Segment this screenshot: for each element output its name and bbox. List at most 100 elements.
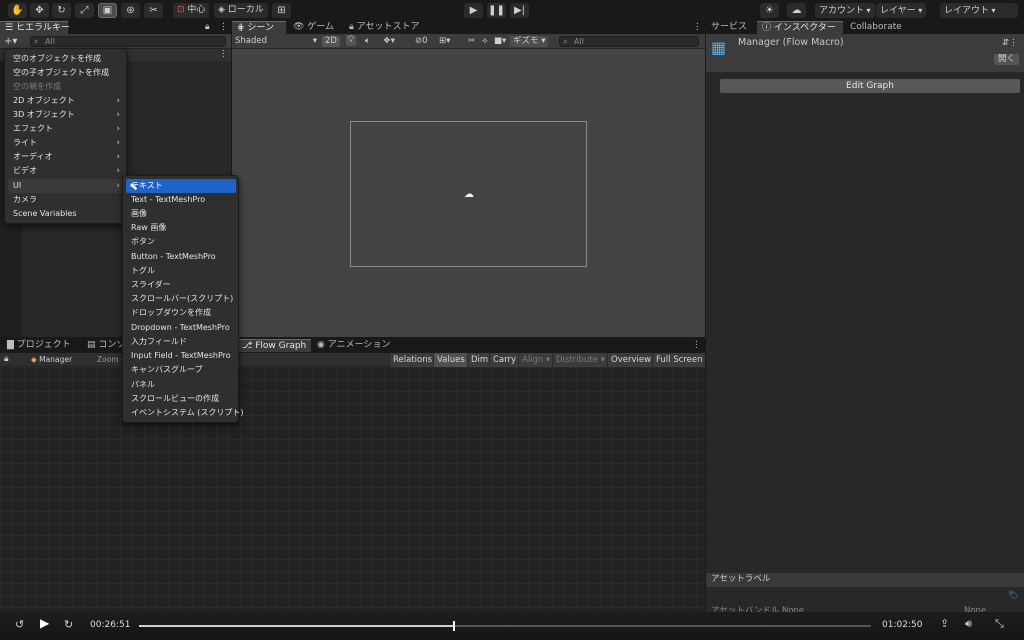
effects-icon[interactable]: ❖▾	[383, 36, 395, 47]
transform-tool-icon[interactable]: ⊛	[121, 3, 140, 18]
menu-item-camera[interactable]: カメラ	[8, 193, 125, 207]
tab-animation[interactable]: ◉ アニメーション	[312, 339, 395, 352]
hidden-objects-toggle[interactable]: ⊘0	[415, 36, 428, 47]
space-toggle[interactable]: ◈ ローカル	[214, 3, 268, 18]
distribute-dropdown[interactable]: Distribute ▾	[552, 353, 608, 367]
submenu-item-raw-image[interactable]: Raw 画像	[126, 221, 236, 235]
rewind-15-icon[interactable]: ↺	[15, 619, 24, 630]
pivot-toggle[interactable]: ⊡ 中心	[173, 3, 210, 18]
collab-icon[interactable]: ☀	[760, 3, 779, 18]
play-button[interactable]: ▶	[464, 3, 483, 18]
menu-item-video[interactable]: ビデオ ›	[8, 164, 125, 178]
align-dropdown[interactable]: Align ▾	[518, 353, 554, 367]
rect-tool-icon[interactable]: ▣	[98, 3, 117, 18]
tab-inspector[interactable]: ⓘ インスペクター	[757, 21, 843, 34]
layout-dropdown[interactable]: レイアウト	[940, 3, 1018, 18]
open-button[interactable]: 開く	[994, 54, 1020, 65]
lighting-icon[interactable]: 💡︎	[346, 35, 356, 46]
menu-item-create-empty[interactable]: 空のオブジェクトを作成	[8, 52, 125, 66]
inspector-settings-icon[interactable]: ⇵⋮	[1002, 38, 1018, 49]
share-icon[interactable]: ⇪	[940, 618, 949, 629]
menu-item-create-empty-child[interactable]: 空の子オブジェクトを作成	[8, 66, 125, 80]
submenu-item-scroll-view[interactable]: スクロールビューの作成	[126, 392, 236, 406]
tools-icon[interactable]: ✂	[468, 36, 475, 47]
submenu-item-scrollbar[interactable]: スクロールバー(スクリプト)	[126, 292, 236, 306]
submenu-item-canvas-group[interactable]: キャンバスグループ	[126, 363, 236, 377]
submenu-item-text-tmp[interactable]: Text - TextMeshPro	[126, 193, 236, 207]
submenu-item-event-system[interactable]: イベントシステム (スクリプト)	[126, 406, 244, 420]
scale-tool-icon[interactable]: ⤢	[75, 3, 94, 18]
exit-fullscreen-icon[interactable]: ⤡	[995, 618, 1004, 629]
custom-tool-icon[interactable]: ✂	[144, 3, 163, 18]
scene-row-menu-icon[interactable]: ⋮	[219, 49, 228, 60]
tab-scene[interactable]: ⋕ シーン	[232, 21, 286, 34]
fullscreen-button[interactable]: Full Screen	[652, 353, 706, 367]
submenu-item-image[interactable]: 画像	[126, 207, 236, 221]
submenu-item-toggle[interactable]: トグル	[126, 264, 236, 278]
graph-breadcrumb[interactable]: ◆ Manager	[31, 354, 72, 365]
graph-canvas[interactable]	[0, 367, 705, 612]
account-dropdown[interactable]: アカウント	[815, 3, 875, 18]
menu-item-audio[interactable]: オーディオ ›	[8, 150, 125, 164]
mode-2d-toggle[interactable]: 2D	[322, 36, 340, 47]
scene-camera-icon[interactable]: ☁	[464, 189, 474, 200]
scene-search-input[interactable]: ⌕ All	[559, 36, 699, 47]
layers-dropdown[interactable]: レイヤー	[876, 3, 927, 18]
grid-snap-icon[interactable]: ⊞	[272, 3, 291, 18]
scene-panel-menu-icon[interactable]: ⋮	[693, 22, 702, 33]
relations-button[interactable]: Relations	[389, 353, 436, 367]
submenu-item-button[interactable]: ボタン	[126, 235, 236, 249]
menu-item-scene-variables[interactable]: Scene Variables	[8, 207, 125, 221]
volume-icon[interactable]: 🔊︎	[965, 618, 972, 629]
lock-icon[interactable]: 🔒︎	[205, 22, 210, 33]
shading-dropdown[interactable]: Shaded ▾	[235, 36, 317, 47]
menu-item-2d-object[interactable]: 2D オブジェクト ›	[8, 94, 125, 108]
submenu-item-text[interactable]: テキスト	[126, 179, 236, 193]
move-tool-icon[interactable]: ✥	[30, 3, 49, 18]
rotate-tool-icon[interactable]: ↻	[52, 3, 71, 18]
forward-15-icon[interactable]: ↻	[64, 619, 73, 630]
tab-project[interactable]: ▇ プロジェクト	[2, 339, 76, 352]
menu-item-3d-object[interactable]: 3D オブジェクト ›	[8, 108, 125, 122]
progress-track[interactable]	[139, 621, 871, 631]
menu-item-effects[interactable]: エフェクト ›	[8, 122, 125, 136]
pause-button[interactable]: ❚❚	[487, 3, 506, 18]
grid-icon[interactable]: ⊞▾	[439, 36, 450, 47]
audio-icon[interactable]: 🔈︎	[365, 36, 370, 47]
tab-collaborate[interactable]: Collaborate	[845, 21, 907, 34]
overview-button[interactable]: Overview	[607, 353, 655, 367]
dim-button[interactable]: Dim	[467, 353, 492, 367]
gizmos-dropdown[interactable]: ギズモ ▾	[510, 36, 549, 47]
tab-hierarchy[interactable]: ☰ ヒエラルキー	[0, 21, 70, 34]
submenu-item-input-field-tmp[interactable]: Input Field - TextMeshPro	[126, 349, 236, 363]
tab-asset-store[interactable]: 🔒︎ アセットストア	[344, 21, 424, 34]
panel-menu-icon[interactable]: ⋮	[219, 22, 228, 33]
carry-button[interactable]: Carry	[489, 353, 520, 367]
cloud-icon[interactable]: ☁	[787, 3, 806, 18]
global-icon: ◈	[218, 5, 225, 15]
progress-scrubber[interactable]	[452, 621, 455, 631]
edit-graph-button[interactable]: Edit Graph	[720, 79, 1020, 93]
submenu-item-dropdown[interactable]: ドロップダウンを作成	[126, 306, 236, 320]
hand-tool-icon[interactable]: ✋	[8, 3, 27, 18]
values-button[interactable]: Values	[433, 353, 468, 367]
video-play-button[interactable]: ▶	[40, 617, 49, 629]
camera-icon[interactable]: ■▾	[494, 36, 506, 47]
step-button[interactable]: ▶|	[510, 3, 529, 18]
bottom-panel-menu-icon[interactable]: ⋮	[692, 340, 701, 351]
menu-item-light[interactable]: ライト ›	[8, 136, 125, 150]
submenu-item-input-field[interactable]: 入力フィールド	[126, 335, 236, 349]
tab-services[interactable]: サービス	[706, 21, 752, 34]
submenu-item-dropdown-tmp[interactable]: Dropdown - TextMeshPro	[126, 321, 236, 335]
hierarchy-search-input[interactable]: ⌕ All	[30, 36, 226, 47]
tab-flow-graph[interactable]: ⎇ Flow Graph	[237, 339, 312, 352]
submenu-item-slider[interactable]: スライダー	[126, 278, 236, 292]
tab-game[interactable]: 👁︎ ゲーム	[288, 21, 339, 34]
tag-icon[interactable]: 🏷︎	[1008, 591, 1019, 602]
submenu-item-panel[interactable]: パネル	[126, 378, 236, 392]
add-dropdown-icon[interactable]: +▾	[4, 36, 17, 47]
menu-item-ui[interactable]: UI ›	[8, 179, 125, 193]
draw-mode-icon[interactable]: ⟡	[482, 36, 488, 47]
submenu-item-button-tmp[interactable]: Button - TextMeshPro	[126, 250, 236, 264]
graph-lock-icon[interactable]: 🔒︎	[4, 354, 9, 365]
